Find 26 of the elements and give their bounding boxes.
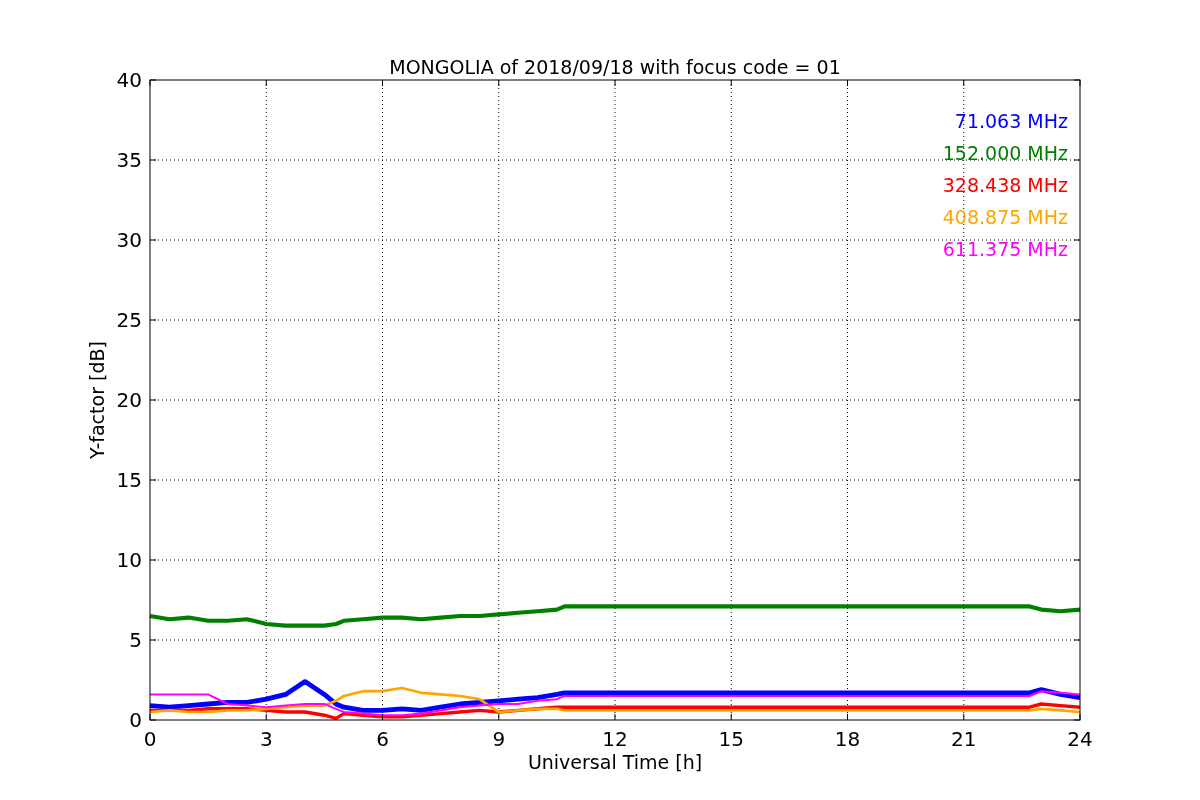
x-tick-label: 6	[376, 727, 389, 751]
x-tick-label: 0	[143, 727, 157, 751]
y-tick-label: 25	[116, 308, 142, 332]
legend-label: 71.063 MHz	[954, 110, 1068, 132]
y-tick-label: 35	[116, 148, 142, 172]
y-tick-label: 20	[116, 388, 142, 412]
x-tick-label: 15	[718, 727, 744, 751]
y-tick-label: 5	[129, 628, 142, 652]
x-tick-label: 21	[951, 727, 977, 751]
x-tick-label: 18	[834, 727, 861, 751]
x-axis-label: Universal Time [h]	[527, 751, 703, 773]
y-tick-label: 30	[116, 228, 142, 252]
legend-label: 328.438 MHz	[942, 174, 1068, 196]
y-tick-label: 40	[116, 68, 142, 92]
x-tick-label: 9	[492, 727, 506, 751]
x-tick-label: 24	[1067, 727, 1093, 751]
y-axis-label: Y-factor [dB]	[86, 341, 108, 459]
legend-label: 408.875 MHz	[942, 206, 1068, 228]
x-tick-label: 3	[259, 727, 273, 751]
legend-label: 152.000 MHz	[942, 142, 1068, 164]
y-tick-label: 10	[116, 548, 142, 572]
x-tick-label: 12	[602, 727, 628, 751]
legend-label: 611.375 MHz	[942, 238, 1068, 260]
chart-title: MONGOLIA of 2018/09/18 with focus code = 01	[389, 56, 841, 78]
y-tick-label: 0	[129, 708, 142, 732]
y-tick-label: 15	[116, 468, 142, 492]
